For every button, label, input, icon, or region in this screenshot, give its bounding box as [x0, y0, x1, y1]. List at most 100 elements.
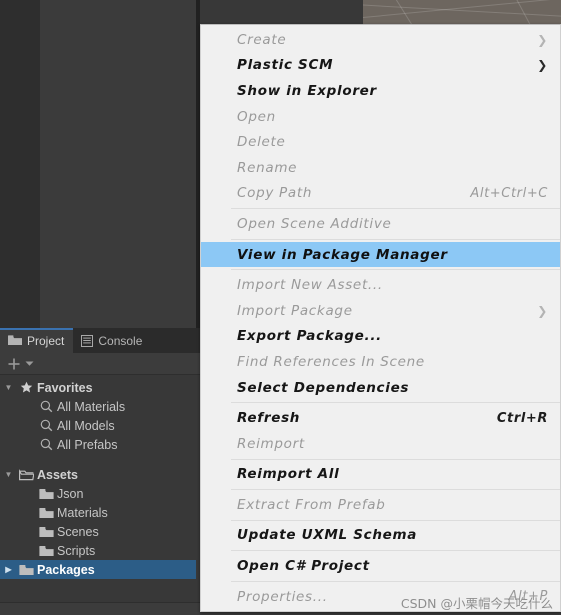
- tree-row-label: Json: [57, 486, 84, 501]
- folder-icon: [8, 335, 22, 346]
- menu-item-label: Reimport: [237, 435, 305, 452]
- tree-row-label: All Materials: [57, 399, 126, 414]
- console-list-icon: [81, 334, 94, 347]
- folder-icon: [38, 526, 54, 537]
- menu-item-shortcut: Alt+Ctrl+C: [470, 185, 548, 201]
- menu-item-label: Open: [237, 108, 276, 125]
- tab-console-label: Console: [98, 333, 143, 348]
- scene-view-viewport[interactable]: [363, 0, 561, 24]
- project-panel: Project Console ▼ Favorites All Material…: [0, 328, 200, 615]
- menu-item: Copy Path Alt+Ctrl+C: [201, 181, 560, 207]
- menu-separator: [231, 580, 560, 582]
- tree-row[interactable]: All Prefabs: [0, 435, 200, 454]
- menu-item-label: Plastic SCM: [237, 57, 334, 74]
- menu-item: Open Scene Additive: [201, 211, 560, 237]
- tree-row-label: All Models: [57, 418, 115, 433]
- tab-project-label: Project: [27, 333, 65, 348]
- search-icon-wrap: [37, 419, 55, 432]
- tree-row-label: Favorites: [37, 380, 93, 395]
- menu-item: Import New Asset...: [201, 272, 560, 298]
- menu-item: Import Package ❯: [201, 298, 560, 324]
- menu-item-label: Open C# Project: [237, 558, 370, 575]
- project-toolbar: [0, 353, 200, 375]
- menu-item: Open: [201, 104, 560, 130]
- menu-item[interactable]: Update UXML Schema: [201, 523, 560, 549]
- panel-tabbar: Project Console: [0, 328, 200, 353]
- watermark-text: CSDN @小栗帽今天吃什么: [400, 596, 553, 611]
- menu-item: Extract From Prefab: [201, 492, 560, 518]
- menu-item: Create ❯: [201, 27, 560, 53]
- tree-row[interactable]: Materials: [0, 503, 200, 522]
- scene-grid-line: [512, 0, 542, 24]
- folder-icon-wrap: [37, 545, 55, 557]
- menu-item[interactable]: Reimport All: [201, 462, 560, 488]
- search-icon-wrap: [37, 400, 55, 413]
- search-icon: [40, 419, 52, 432]
- menu-item: Delete: [201, 129, 560, 155]
- editor-left-gutter: [0, 0, 40, 328]
- menu-separator: [231, 402, 560, 404]
- menu-item-label: Reimport All: [237, 466, 340, 483]
- menu-item-label: Open Scene Additive: [237, 215, 392, 232]
- tree-row[interactable]: All Models: [0, 416, 200, 435]
- menu-separator: [231, 238, 560, 240]
- menu-item-label: Delete: [237, 134, 286, 151]
- menu-item-label: View in Package Manager: [237, 246, 448, 263]
- menu-separator: [231, 458, 560, 460]
- menu-item[interactable]: Open C# Project: [201, 553, 560, 579]
- tab-console[interactable]: Console: [73, 328, 151, 353]
- menu-separator: [231, 489, 560, 491]
- menu-item[interactable]: Select Dependencies: [201, 375, 560, 401]
- add-dropdown-button[interactable]: [25, 360, 34, 367]
- search-icon: [40, 438, 52, 451]
- tree-row[interactable]: Scenes: [0, 522, 200, 541]
- tree-row-label: All Prefabs: [57, 437, 118, 452]
- menu-item-label: Show in Explorer: [237, 82, 377, 99]
- menu-item-label: Update UXML Schema: [237, 527, 418, 544]
- menu-item-label: Import New Asset...: [237, 277, 383, 294]
- menu-item-label: Copy Path: [237, 185, 313, 202]
- unity-editor-window: Project Console ▼ Favorites All Material…: [0, 0, 561, 615]
- menu-item: Rename: [201, 155, 560, 181]
- menu-item[interactable]: Refresh Ctrl+R: [201, 405, 560, 431]
- twirl-right-icon[interactable]: ▶: [0, 565, 17, 574]
- menu-separator: [231, 519, 560, 521]
- folder-icon: [18, 564, 34, 575]
- menu-item-label: Refresh: [237, 410, 301, 427]
- folder-icon-wrap: [37, 526, 55, 538]
- chevron-right-icon: ❯: [537, 32, 548, 47]
- menu-item[interactable]: Plastic SCM ❯: [201, 53, 560, 79]
- tree-row[interactable]: ▶ Packages: [0, 560, 200, 579]
- chevron-down-icon: [25, 361, 34, 366]
- tree-row-label: Scenes: [57, 524, 99, 539]
- tree-row[interactable]: Scripts: [0, 541, 200, 560]
- menu-item-label: Properties...: [237, 588, 328, 605]
- asset-context-menu[interactable]: Create ❯ Plastic SCM ❯ Show in Explorer Open D…: [200, 24, 561, 613]
- twirl-down-icon[interactable]: ▼: [0, 383, 17, 392]
- search-icon-wrap: [37, 438, 55, 451]
- tree-row[interactable]: Json: [0, 484, 200, 503]
- tab-project[interactable]: Project: [0, 328, 74, 353]
- twirl-down-icon[interactable]: ▼: [0, 470, 17, 479]
- tree-row[interactable]: ▼ Favorites: [0, 378, 200, 397]
- editor-hierarchy-area: [40, 0, 196, 328]
- project-tree[interactable]: ▼ Favorites All Materials All Models All Pre…: [0, 375, 200, 615]
- menu-separator: [231, 208, 560, 210]
- menu-separator: [231, 550, 560, 552]
- tree-row[interactable]: ▼ Assets: [0, 465, 200, 484]
- menu-item-label: Find References In Scene: [237, 353, 425, 370]
- folder-open-icon: [18, 468, 34, 480]
- add-button[interactable]: [7, 357, 21, 371]
- menu-item[interactable]: Show in Explorer: [201, 78, 560, 104]
- menu-item[interactable]: Export Package...: [201, 324, 560, 350]
- tree-row-label: Packages: [37, 562, 95, 577]
- menu-item-label: Import Package: [237, 302, 353, 319]
- folder-icon: [38, 507, 54, 518]
- menu-item-shortcut: Ctrl+R: [496, 410, 548, 426]
- tree-row[interactable]: All Materials: [0, 397, 200, 416]
- menu-item[interactable]: View in Package Manager: [201, 241, 560, 268]
- menu-item-label: Extract From Prefab: [237, 496, 386, 513]
- folder-icon-wrap: [37, 488, 55, 500]
- tree-row-label: Scripts: [57, 543, 96, 558]
